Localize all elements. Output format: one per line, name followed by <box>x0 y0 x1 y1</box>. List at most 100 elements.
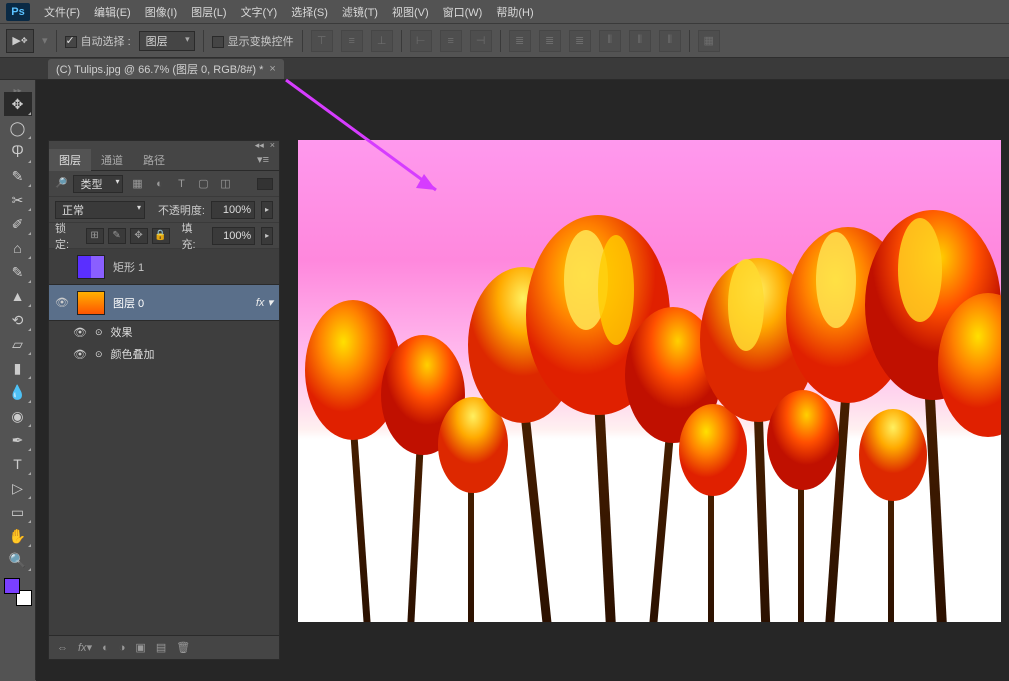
layer-name[interactable]: 矩形 1 <box>113 259 144 275</box>
distribute-vcenter-icon[interactable]: ≣ <box>539 30 561 52</box>
toolbox: ▸▸ ✥ ◯ Ⴔ ✎ ✂ ✐ ⌂ ✎ ▲ ⟲ ▱ ▮ 💧 ◉ ✒ T ▷ ▭ ✋… <box>0 80 36 680</box>
marquee-tool[interactable]: ◯ <box>4 116 32 140</box>
tab-channels[interactable]: 通道 <box>91 149 133 171</box>
menu-view[interactable]: 视图(V) <box>392 4 429 20</box>
document-tab[interactable]: (C) Tulips.jpg @ 66.7% (图层 0, RGB/8#) * … <box>48 59 284 79</box>
type-tool[interactable]: T <box>4 452 32 476</box>
opacity-slider-icon[interactable]: ▸ <box>261 201 273 219</box>
distribute-top-icon[interactable]: ≣ <box>509 30 531 52</box>
show-transform-checkbox[interactable]: 显示变换控件 <box>212 33 294 49</box>
stamp-tool[interactable]: ▲ <box>4 284 32 308</box>
layer-list: 矩形 1 👁 图层 0 fx ▾ 👁 ⊙ 效果 👁 ⊙ 颜色叠加 <box>49 249 279 635</box>
effect-name: 颜色叠加 <box>111 346 155 362</box>
eraser-tool[interactable]: ▱ <box>4 332 32 356</box>
align-top-icon[interactable]: ⊤ <box>311 30 333 52</box>
auto-select-target-dropdown[interactable]: 图层 <box>139 31 195 51</box>
current-tool-indicator[interactable]: ▶✥ <box>6 29 34 53</box>
menu-image[interactable]: 图像(I) <box>145 4 177 20</box>
healing-tool[interactable]: ⌂ <box>4 236 32 260</box>
brush-tool[interactable]: ✎ <box>4 260 32 284</box>
auto-select-checkbox[interactable]: 自动选择 : <box>65 33 131 49</box>
crop-tool[interactable]: ✂ <box>4 188 32 212</box>
fx-badge[interactable]: fx ▾ <box>256 296 273 309</box>
tab-layers[interactable]: 图层 <box>49 149 91 171</box>
layer-thumbnail[interactable] <box>77 291 105 315</box>
effects-label: 效果 <box>111 324 133 340</box>
fill-value[interactable]: 100% <box>212 227 255 245</box>
align-left-icon[interactable]: ⊢ <box>410 30 432 52</box>
align-bottom-icon[interactable]: ⊥ <box>371 30 393 52</box>
filter-toggle-switch[interactable] <box>257 178 273 190</box>
auto-align-icon[interactable]: ▦ <box>698 30 720 52</box>
menu-select[interactable]: 选择(S) <box>291 4 328 20</box>
opacity-label: 不透明度: <box>158 202 205 218</box>
lock-all-icon[interactable]: 🔒 <box>152 228 170 244</box>
dodge-tool[interactable]: ◉ <box>4 404 32 428</box>
layers-panel: ◂◂ × 图层 通道 路径 ▾≡ 🔎 类型 ▦ ◐ T ▢ ◫ 正常 不透明度:… <box>48 140 280 660</box>
layer-name[interactable]: 图层 0 <box>113 295 144 311</box>
link-layers-icon[interactable]: ⇔ <box>57 642 68 654</box>
adjustment-layer-icon[interactable]: ◑ <box>119 642 126 654</box>
distribute-right-icon[interactable]: ⦀ <box>659 30 681 52</box>
opacity-value[interactable]: 100% <box>211 201 255 219</box>
delete-layer-icon[interactable]: 🗑 <box>176 641 190 654</box>
foreground-color-swatch[interactable] <box>4 578 20 594</box>
menu-layer[interactable]: 图层(L) <box>191 4 226 20</box>
menu-type[interactable]: 文字(Y) <box>241 4 278 20</box>
menu-filter[interactable]: 滤镜(T) <box>342 4 378 20</box>
fill-slider-icon[interactable]: ▸ <box>261 227 273 245</box>
history-brush-tool[interactable]: ⟲ <box>4 308 32 332</box>
menu-edit[interactable]: 编辑(E) <box>94 4 131 20</box>
document-tab-row: (C) Tulips.jpg @ 66.7% (图层 0, RGB/8#) * … <box>0 58 1009 80</box>
menu-window[interactable]: 窗口(W) <box>443 4 483 20</box>
move-tool[interactable]: ✥ <box>4 92 32 116</box>
tab-paths[interactable]: 路径 <box>133 149 175 171</box>
layer-fx-icon[interactable]: fx▾ <box>78 641 92 654</box>
distribute-hcenter-icon[interactable]: ⦀ <box>629 30 651 52</box>
fill-label: 填充: <box>182 220 207 252</box>
visibility-toggle[interactable]: 👁 <box>55 296 69 309</box>
blur-tool[interactable]: 💧 <box>4 380 32 404</box>
layer-group-icon[interactable]: ▣ <box>135 641 145 654</box>
visibility-toggle[interactable]: 👁 <box>73 326 87 339</box>
document-canvas[interactable] <box>298 140 1001 622</box>
distribute-bottom-icon[interactable]: ≣ <box>569 30 591 52</box>
filter-type-icon[interactable]: T <box>173 176 189 192</box>
layer-mask-icon[interactable]: ◐ <box>102 642 109 654</box>
layer-effect-item[interactable]: 👁 ⊙ 颜色叠加 <box>49 343 279 365</box>
close-tab-icon[interactable]: × <box>269 63 275 75</box>
lasso-tool[interactable]: Ⴔ <box>4 140 32 164</box>
layer-row[interactable]: 矩形 1 <box>49 249 279 285</box>
menu-help[interactable]: 帮助(H) <box>496 4 533 20</box>
pen-tool[interactable]: ✒ <box>4 428 32 452</box>
align-right-icon[interactable]: ⊣ <box>470 30 492 52</box>
hand-tool[interactable]: ✋ <box>4 524 32 548</box>
filter-pixel-icon[interactable]: ▦ <box>129 176 145 192</box>
filter-adjust-icon[interactable]: ◐ <box>151 176 167 192</box>
lock-pixels-icon[interactable]: ✎ <box>108 228 126 244</box>
visibility-toggle[interactable]: 👁 <box>73 348 87 361</box>
align-middle-icon[interactable]: ≡ <box>341 30 363 52</box>
new-layer-icon[interactable]: ▤ <box>156 641 166 654</box>
quick-select-tool[interactable]: ✎ <box>4 164 32 188</box>
distribute-left-icon[interactable]: ⦀ <box>599 30 621 52</box>
rectangle-tool[interactable]: ▭ <box>4 500 32 524</box>
align-center-icon[interactable]: ≡ <box>440 30 462 52</box>
layer-thumbnail[interactable] <box>77 255 105 279</box>
gradient-tool[interactable]: ▮ <box>4 356 32 380</box>
filter-shape-icon[interactable]: ▢ <box>195 176 211 192</box>
layer-row[interactable]: 👁 图层 0 fx ▾ <box>49 285 279 321</box>
lock-transparent-icon[interactable]: ⊞ <box>86 228 104 244</box>
layer-effects-row[interactable]: 👁 ⊙ 效果 <box>49 321 279 343</box>
path-select-tool[interactable]: ▷ <box>4 476 32 500</box>
lock-position-icon[interactable]: ✥ <box>130 228 148 244</box>
zoom-tool[interactable]: 🔍 <box>4 548 32 572</box>
filter-smart-icon[interactable]: ◫ <box>217 176 233 192</box>
layers-panel-footer: ⇔ fx▾ ◐ ◑ ▣ ▤ 🗑 <box>49 635 279 659</box>
blend-mode-dropdown[interactable]: 正常 <box>55 201 145 219</box>
eyedropper-tool[interactable]: ✐ <box>4 212 32 236</box>
panel-menu-icon[interactable]: ▾≡ <box>247 149 279 171</box>
color-swatches[interactable] <box>4 578 32 606</box>
menu-file[interactable]: 文件(F) <box>44 4 80 20</box>
layer-filter-kind-dropdown[interactable]: 类型 <box>73 175 123 193</box>
